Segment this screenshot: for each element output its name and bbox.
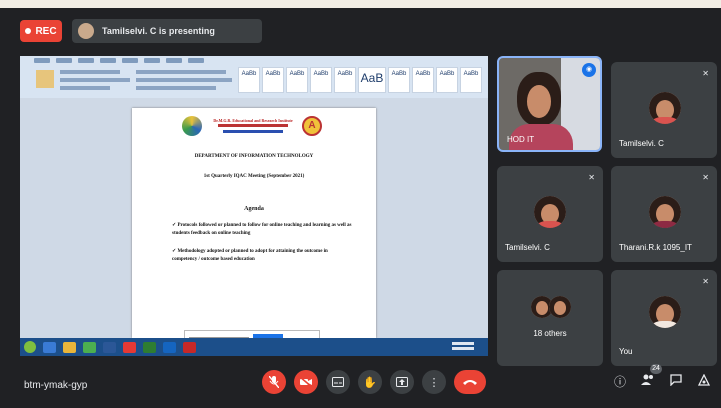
meet-window: REC Tamilselvi. C is presenting AaBb AaB…	[0, 8, 721, 408]
self-name: You	[619, 347, 633, 356]
windows-taskbar	[20, 338, 488, 356]
recording-label: REC	[35, 25, 57, 37]
recording-badge[interactable]: REC	[20, 20, 62, 42]
chrome-icon[interactable]	[123, 341, 136, 353]
meeting-code: btm-ymak-gyp	[24, 380, 88, 391]
document-area: Dr.M.G.R. Educational and Research Insti…	[20, 98, 488, 338]
ribbon-tools	[36, 68, 236, 94]
participant-tile[interactable]: ✕ Tamilselvi. C	[611, 62, 717, 158]
raise-hand-icon[interactable]: ✋	[358, 370, 382, 394]
present-icon[interactable]	[390, 370, 414, 394]
ie-icon[interactable]	[43, 341, 56, 353]
style-swatch: AaBb	[262, 67, 284, 93]
camera-off-icon[interactable]	[294, 370, 318, 394]
document-page: Dr.M.G.R. Educational and Research Insti…	[132, 108, 376, 338]
excel-icon[interactable]	[143, 341, 156, 353]
mic-muted-icon: ✕	[588, 173, 595, 182]
style-swatch: AaBb	[460, 67, 482, 93]
accreditation-logo-icon: A	[302, 116, 322, 136]
agenda-title: Agenda	[244, 206, 264, 212]
style-swatch: AaBb	[436, 67, 458, 93]
shared-screen: AaBb AaBb AaBb AaBb AaBb AaB AaBb AaBb A…	[20, 56, 488, 356]
institute-name: Dr.M.G.R. Educational and Research Insti…	[213, 118, 293, 123]
self-avatar	[649, 296, 681, 328]
taskbar-clock	[452, 342, 474, 351]
style-swatch: AaBb	[238, 67, 260, 93]
presenting-text: Tamilselvi. C is presenting	[102, 26, 215, 36]
others-count-label: 18 others	[533, 329, 567, 338]
word-icon[interactable]	[103, 341, 116, 353]
participant-avatar	[549, 296, 571, 318]
styles-gallery: AaBb AaBb AaBb AaBb AaBb AaB AaBb AaBb A…	[238, 67, 482, 93]
style-swatch: AaBb	[388, 67, 410, 93]
self-tile[interactable]: ✕ You	[611, 270, 717, 366]
media-icon[interactable]	[83, 341, 96, 353]
windows-start-icon[interactable]	[24, 341, 36, 353]
people-icon[interactable]	[640, 374, 656, 390]
side-panel-controls: ⓘ	[612, 373, 712, 390]
participant-tile[interactable]: ✕ Tamilselvi. C	[497, 166, 603, 262]
powerpoint-icon[interactable]	[183, 341, 196, 353]
more-options-icon[interactable]: ⋮	[422, 370, 446, 394]
agenda-item: ✓ Protocols followed or planned to follo…	[172, 223, 352, 236]
presenter-avatar	[78, 23, 94, 39]
department-heading: DEPARTMENT OF INFORMATION TECHNOLOGY	[194, 154, 314, 159]
mic-off-icon[interactable]	[262, 370, 286, 394]
activities-icon[interactable]	[696, 373, 712, 390]
word-ribbon: AaBb AaBb AaBb AaBb AaBb AaB AaBb AaBb A…	[20, 56, 488, 99]
institute-header: Dr.M.G.R. Educational and Research Insti…	[208, 115, 298, 133]
participant-avatar	[649, 92, 681, 124]
style-swatch: AaBb	[412, 67, 434, 93]
mic-muted-icon: ✕	[702, 173, 709, 182]
participant-name: Tamilselvi. C	[619, 139, 664, 148]
mic-muted-icon: ✕	[702, 69, 709, 78]
style-swatch: AaBb	[286, 67, 308, 93]
institute-logo-icon	[182, 116, 202, 136]
agenda-item: ✓ Methodology adopted or planned to adop…	[172, 249, 328, 262]
participant-name: HOD IT	[507, 135, 535, 144]
folder-icon[interactable]	[63, 341, 76, 353]
mic-muted-icon: ✕	[702, 277, 709, 286]
participant-avatar	[534, 196, 566, 228]
participant-count-badge: 24	[650, 364, 662, 374]
style-swatch: AaB	[358, 67, 386, 93]
record-dot-icon	[25, 28, 32, 34]
participant-video	[517, 72, 561, 126]
chat-icon[interactable]	[668, 374, 684, 390]
ribbon-tabs	[34, 58, 204, 63]
top-bar: REC Tamilselvi. C is presenting	[0, 8, 721, 54]
captions-icon[interactable]	[326, 370, 350, 394]
style-swatch: AaBb	[334, 67, 356, 93]
participant-tile[interactable]: ✕ Tharani.R.k 1095_IT	[611, 166, 717, 262]
info-icon[interactable]: ⓘ	[612, 374, 628, 390]
participant-avatar	[649, 196, 681, 228]
style-swatch: AaBb	[310, 67, 332, 93]
call-controls: ✋ ⋮	[262, 370, 486, 394]
presenting-indicator[interactable]: Tamilselvi. C is presenting	[72, 19, 262, 43]
app-icon[interactable]	[163, 341, 176, 353]
speaking-icon: ◉	[582, 63, 596, 77]
participant-name: Tharani.R.k 1095_IT	[619, 243, 692, 252]
participant-tile[interactable]: ◉ HOD IT	[497, 56, 602, 152]
others-tile[interactable]: 18 others	[497, 270, 603, 366]
meeting-title: 1st Quarterly IQAC Meeting (September 20…	[203, 174, 305, 179]
participant-name: Tamilselvi. C	[505, 243, 550, 252]
hang-up-icon[interactable]	[454, 370, 486, 394]
